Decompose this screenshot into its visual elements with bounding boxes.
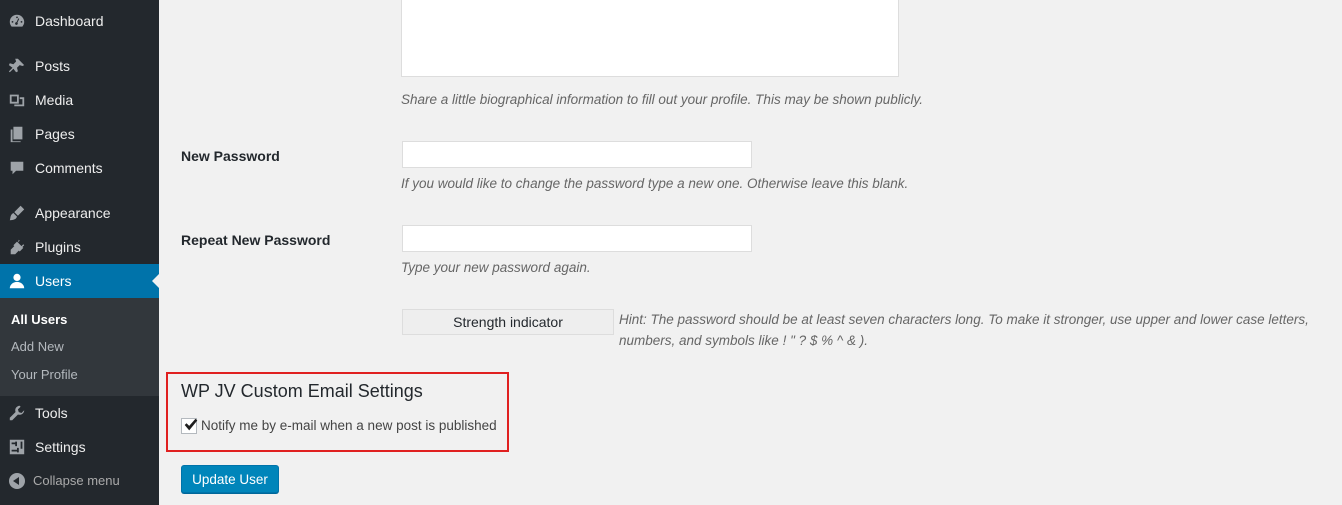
menu-label: Comments xyxy=(35,160,103,176)
pages-icon xyxy=(7,124,27,144)
collapse-menu-button[interactable]: Collapse menu xyxy=(0,467,159,495)
current-menu-arrow xyxy=(152,273,159,289)
menu-item-appearance[interactable]: Appearance xyxy=(0,196,159,230)
admin-menu: Dashboard Posts Media Pages Comments App… xyxy=(0,0,159,505)
bio-description: Share a little biographical information … xyxy=(401,92,924,107)
menu-label: Plugins xyxy=(35,239,81,255)
menu-item-tools[interactable]: Tools xyxy=(0,396,159,430)
menu-label: Tools xyxy=(35,405,68,421)
users-submenu: All Users Add New Your Profile xyxy=(0,298,159,396)
menu-label: Users xyxy=(35,273,72,289)
collapse-arrow-icon xyxy=(9,473,25,489)
media-icon xyxy=(7,90,27,110)
menu-label: Dashboard xyxy=(35,13,104,29)
password-strength-indicator: Strength indicator xyxy=(402,309,614,335)
new-password-label: New Password xyxy=(181,148,280,164)
menu-item-media[interactable]: Media xyxy=(0,83,159,117)
notify-checkbox-label: Notify me by e-mail when a new post is p… xyxy=(201,418,497,433)
menu-label: Pages xyxy=(35,126,75,142)
dashboard-icon xyxy=(7,11,27,31)
submenu-item-all-users[interactable]: All Users xyxy=(11,312,67,327)
user-icon xyxy=(7,271,27,291)
menu-item-plugins[interactable]: Plugins xyxy=(0,230,159,264)
new-password-input[interactable] xyxy=(402,141,752,168)
repeat-password-description: Type your new password again. xyxy=(401,260,591,275)
menu-label: Posts xyxy=(35,58,71,74)
plug-icon xyxy=(7,237,27,257)
menu-item-posts[interactable]: Posts xyxy=(0,49,159,83)
menu-item-settings[interactable]: Settings xyxy=(0,430,159,464)
submenu-item-your-profile[interactable]: Your Profile xyxy=(11,367,78,382)
menu-item-pages[interactable]: Pages xyxy=(0,117,159,151)
biographical-info-textarea[interactable] xyxy=(401,0,899,77)
notify-checkbox[interactable] xyxy=(181,418,198,434)
settings-icon xyxy=(7,437,27,457)
update-user-button[interactable]: Update User xyxy=(181,465,279,493)
brush-icon xyxy=(7,203,27,223)
custom-email-settings-title: WP JV Custom Email Settings xyxy=(181,381,423,401)
repeat-password-input[interactable] xyxy=(402,225,752,252)
menu-item-users[interactable]: Users xyxy=(0,264,159,298)
new-password-description: If you would like to change the password… xyxy=(401,176,909,191)
menu-label: Settings xyxy=(35,439,86,455)
repeat-password-label: Repeat New Password xyxy=(181,232,331,248)
pin-icon xyxy=(7,56,27,76)
menu-label: Media xyxy=(35,92,74,108)
wrench-icon xyxy=(7,403,27,423)
checkmark-icon xyxy=(184,418,198,431)
submenu-item-add-new[interactable]: Add New xyxy=(11,339,64,354)
comment-icon xyxy=(7,158,27,178)
password-hint: Hint: The password should be at least se… xyxy=(619,312,1309,348)
menu-label: Appearance xyxy=(35,205,111,221)
menu-item-comments[interactable]: Comments xyxy=(0,151,159,185)
menu-item-dashboard[interactable]: Dashboard xyxy=(0,4,159,38)
collapse-menu-label: Collapse menu xyxy=(33,473,120,488)
